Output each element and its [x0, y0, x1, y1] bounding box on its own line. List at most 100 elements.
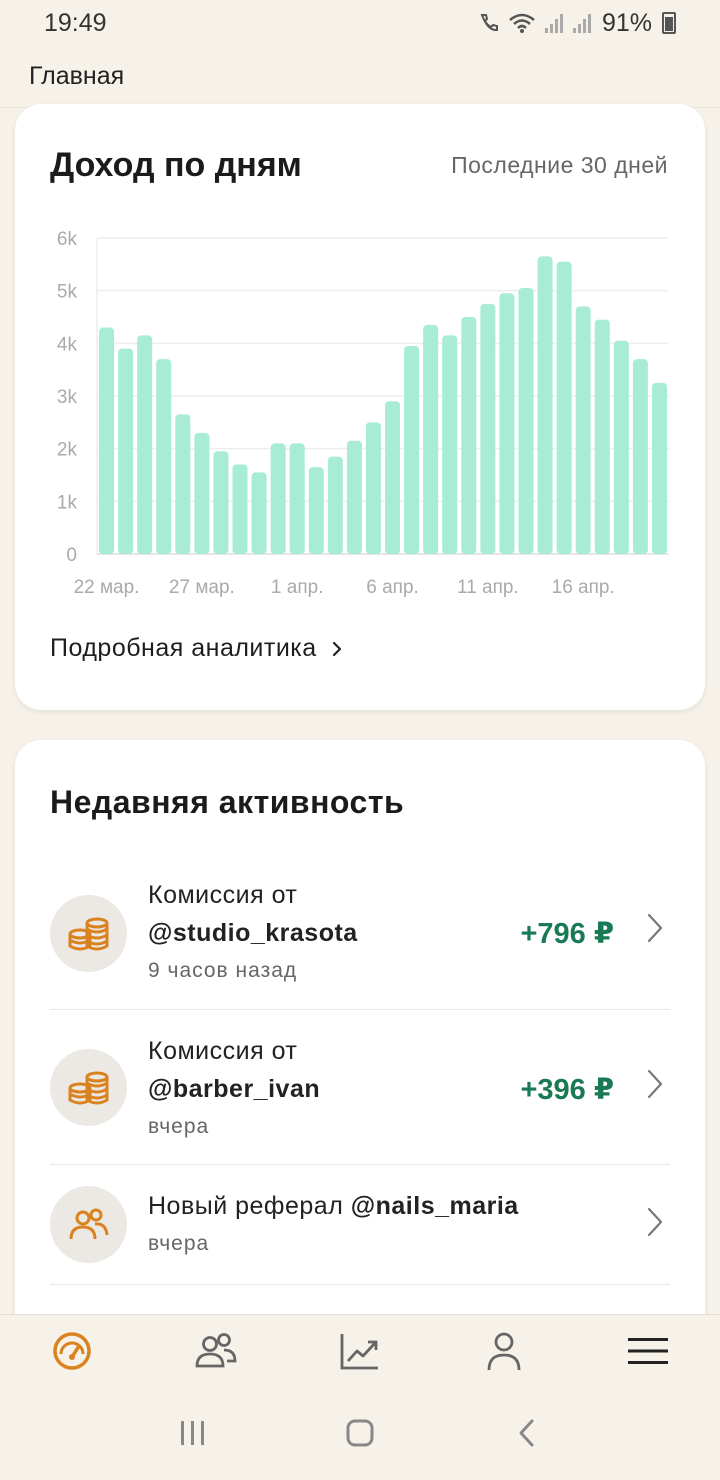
chart-bar: [175, 414, 191, 554]
nav-profile[interactable]: [464, 1321, 544, 1381]
nav-analytics[interactable]: [320, 1321, 400, 1381]
activity-handle: @nails_maria: [350, 1192, 519, 1220]
activity-line1: Новый реферал: [148, 1192, 344, 1220]
activity-text: Комиссия от @studio_krasota 9 часов наза…: [148, 876, 358, 990]
activity-avatar: [50, 1049, 127, 1126]
back-icon: [519, 1419, 534, 1447]
status-bar: 19:49 91%: [0, 0, 720, 46]
activity-amount: +796 ₽: [520, 918, 614, 950]
chevron-right-icon: [647, 1069, 663, 1099]
chart-bar: [575, 306, 591, 554]
income-chart: 0 1k 2k 3k 4k 5k 6k 22 мар. 27 мар. 1 апр. 6 апр. 1…: [57, 229, 669, 598]
chart-y-tick-label: 0: [66, 545, 77, 566]
chart-bar: [385, 401, 401, 554]
chart-x-tick-label: 16 апр.: [552, 577, 615, 598]
call-wifi-icon: [480, 14, 498, 32]
activity-title: Недавняя активность: [50, 784, 405, 820]
chart-bar: [194, 432, 210, 554]
chart-x-tick-label: 1 апр.: [271, 577, 324, 598]
menu-icon: [628, 1337, 668, 1364]
detailed-analytics-label: Подробная аналитика: [50, 634, 317, 662]
activity-card: Недавняя активность Комиссия от @studio_…: [15, 740, 705, 1360]
chart-bar: [308, 467, 324, 554]
chart-bar: [518, 288, 534, 554]
income-card: Доход по дням Последние 30 дней 0 1k 2k 3k 4…: [15, 104, 705, 710]
chart-bar: [137, 335, 153, 554]
chevron-right-icon: [647, 1207, 663, 1237]
page-title-bar: Главная: [0, 46, 720, 108]
chevron-right-icon: [647, 913, 663, 943]
chart-bar: [289, 443, 305, 554]
coins-icon: [68, 917, 108, 950]
chart-bar: [99, 327, 115, 554]
status-icons: [478, 12, 592, 34]
home-icon: [346, 1419, 374, 1447]
chart-bar: [251, 472, 267, 554]
activity-avatar: [50, 895, 127, 972]
chart-y-tick-label: 3k: [57, 387, 78, 408]
chart-bar: [632, 359, 648, 554]
activity-item[interactable]: Комиссия от @studio_krasota 9 часов наза…: [50, 860, 670, 1010]
detailed-analytics-link[interactable]: Подробная аналитика: [50, 634, 343, 663]
activity-time: вчера: [148, 1115, 210, 1138]
chart-bar: [404, 345, 420, 554]
chart-bar: [156, 359, 172, 554]
chart-y-tick-label: 1k: [57, 492, 78, 513]
chart-y-tick-label: 2k: [57, 440, 78, 461]
chart-bar: [480, 303, 496, 554]
chart-bar: [442, 335, 458, 554]
chart-x-tick-label: 11 апр.: [457, 577, 519, 598]
status-time: 19:49: [44, 8, 107, 37]
chart-bar: [423, 324, 439, 554]
recent-apps-icon: [181, 1421, 205, 1445]
battery-percent: 91%: [601, 8, 652, 37]
page-title: Главная: [29, 62, 125, 90]
chart-bar: [461, 317, 477, 554]
activity-text: Комиссия от @barber_ivan вчера: [148, 1032, 320, 1146]
chart-x-tick-label: 22 мар.: [74, 577, 140, 598]
activity-text: Новый реферал @nails_maria вчера: [148, 1187, 519, 1263]
activity-line1: Комиссия от: [148, 881, 298, 909]
activity-item[interactable]: Комиссия от @barber_ivan вчера +396 ₽: [50, 1010, 670, 1165]
chart-bar: [499, 293, 515, 554]
wifi-icon: [509, 13, 535, 33]
chart-icon: [340, 1333, 378, 1369]
activity-handle: @studio_krasota: [148, 919, 358, 947]
activity-line: Новый реферал @nails_maria: [148, 1187, 519, 1225]
chart-bar: [365, 422, 381, 554]
nav-dashboard[interactable]: [32, 1321, 112, 1381]
chart-x-tick-label: 6 апр.: [366, 577, 419, 598]
chart-bar: [537, 256, 553, 554]
activity-time: 9 часов назад: [148, 959, 298, 982]
battery-icon: [662, 12, 676, 34]
chart-bar: [213, 451, 229, 554]
chevron-right-icon: [332, 641, 341, 656]
status-right: 91%: [478, 9, 676, 38]
activity-handle: @barber_ivan: [148, 1075, 321, 1103]
chart-y-tick-label: 5k: [57, 282, 78, 303]
activity-item[interactable]: Новый реферал @nails_maria вчера: [50, 1165, 670, 1285]
back-button[interactable]: [497, 1403, 557, 1463]
chart-bar: [270, 443, 286, 554]
dashboard-icon: [53, 1331, 91, 1370]
nav-menu[interactable]: [608, 1321, 688, 1381]
home-button[interactable]: [330, 1403, 390, 1463]
referral-icon: [69, 1208, 108, 1239]
profile-icon: [487, 1332, 521, 1370]
bottom-nav: [0, 1314, 720, 1386]
chart-bar: [232, 464, 248, 554]
chart-bar: [118, 348, 134, 554]
recent-apps-button[interactable]: [163, 1403, 223, 1463]
chart-y-tick-label: 6k: [57, 229, 78, 250]
chart-bar: [651, 382, 667, 554]
nav-users[interactable]: [176, 1321, 256, 1381]
activity-avatar: [50, 1186, 127, 1263]
signal-icon-2: [572, 14, 591, 33]
users-icon: [195, 1332, 237, 1367]
chart-bar: [594, 319, 610, 554]
activity-line1: Комиссия от: [148, 1037, 298, 1065]
chart-y-tick-label: 4k: [57, 334, 78, 355]
system-nav: [0, 1386, 720, 1480]
signal-icon-1: [544, 14, 563, 33]
chart-bar: [327, 456, 343, 554]
